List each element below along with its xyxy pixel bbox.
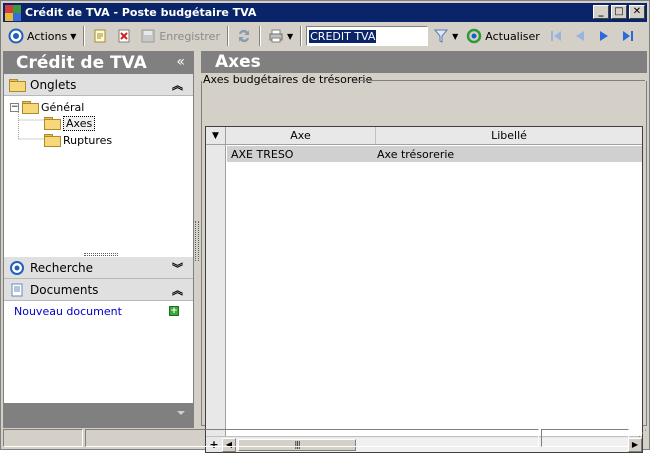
status-cell — [85, 429, 539, 447]
toolbar-separator — [226, 26, 229, 46]
chevron-up-icon[interactable]: ︽ — [172, 77, 183, 93]
save-icon — [141, 29, 155, 43]
toolbar-separator — [258, 26, 261, 46]
previous-record-button[interactable] — [569, 25, 591, 47]
print-button[interactable]: ▼ — [265, 25, 296, 47]
last-icon — [622, 31, 633, 41]
search-icon — [10, 260, 24, 275]
panel-footer — [4, 403, 193, 427]
status-bar: ⋰ — [3, 429, 647, 447]
grid-header: ▼ Axe Libellé — [206, 127, 642, 145]
app-icon — [5, 4, 21, 21]
filter-icon — [434, 29, 449, 43]
save-label: Enregistrer — [159, 29, 220, 43]
status-cell — [541, 429, 629, 447]
column-header-axe[interactable]: Axe — [226, 127, 376, 144]
save-button[interactable]: Enregistrer — [137, 25, 223, 47]
delete-icon — [118, 29, 130, 43]
previous-icon — [575, 31, 584, 41]
dropdown-arrow-icon: ▼ — [70, 31, 77, 41]
search-input[interactable]: CREDIT TVA — [306, 26, 429, 46]
new-button[interactable] — [89, 25, 111, 47]
section-recherche[interactable]: Recherche ︾ — [4, 257, 193, 279]
section-documents[interactable]: Documents ︽ — [4, 279, 193, 301]
folder-icon — [9, 78, 26, 92]
chevron-down-icon[interactable]: ︾ — [172, 260, 183, 276]
table-row[interactable]: AXE TRESO Axe trésorerie — [227, 146, 642, 162]
search-value: CREDIT TVA — [309, 29, 377, 43]
axes-grid: ▼ Axe Libellé AXE TRESO Axe trésorerie +… — [205, 126, 643, 453]
section-recherche-label: Recherche — [30, 260, 94, 275]
dropdown-arrow-icon[interactable]: ▼ — [287, 32, 293, 41]
new-document-link[interactable]: Nouveau document — [14, 305, 122, 318]
cell-axe: AXE TRESO — [231, 147, 294, 161]
window-title: Crédit de TVA - Poste budgétaire TVA — [25, 6, 257, 19]
delete-button[interactable] — [113, 25, 135, 47]
main-panel: Axes Axes budgétaires de trésorerie ▼ Ax… — [201, 51, 647, 453]
panel-header: Crédit de TVA « — [4, 52, 193, 74]
refresh-button[interactable]: Actualiser — [463, 25, 543, 47]
first-icon — [550, 31, 561, 41]
cell-libelle: Axe trésorerie — [377, 147, 455, 161]
tabs-tree: − Général Axes Ruptures — [4, 96, 193, 257]
section-onglets[interactable]: Onglets ︽ — [4, 74, 193, 96]
title-bar: Crédit de TVA - Poste budgétaire TVA _ □… — [3, 3, 647, 22]
resize-grip-icon[interactable]: ⋰ — [631, 429, 647, 447]
actions-label: Actions — [27, 29, 68, 43]
vertical-splitter[interactable] — [195, 221, 199, 261]
actions-icon — [8, 28, 24, 44]
next-icon — [599, 31, 608, 41]
sync-icon — [238, 29, 249, 43]
documents-area: Nouveau document + — [4, 301, 193, 394]
navigation-panel: Crédit de TVA « Onglets ︽ − Général Axes… — [3, 51, 194, 428]
tree-node-axes[interactable]: Axes — [44, 115, 96, 131]
sync-button[interactable] — [233, 25, 255, 47]
refresh-label: Actualiser — [485, 29, 540, 43]
refresh-icon — [467, 28, 482, 44]
add-document-icon[interactable]: + — [169, 306, 179, 316]
toolbar-separator — [300, 26, 303, 46]
filter-button[interactable]: ▼ — [430, 25, 461, 47]
actions-menu-button[interactable]: Actions ▼ — [5, 25, 79, 47]
close-button[interactable]: ✕ — [629, 5, 645, 19]
new-document-icon — [94, 29, 106, 43]
toolbar-separator — [83, 26, 86, 46]
section-onglets-label: Onglets — [30, 77, 77, 92]
dropdown-arrow-icon[interactable]: ▼ — [452, 32, 458, 41]
status-cell — [3, 429, 83, 447]
first-record-button[interactable] — [545, 25, 567, 47]
print-icon — [269, 29, 283, 43]
maximize-button[interactable]: □ — [611, 5, 627, 19]
section-documents-label: Documents — [30, 282, 99, 297]
row-selector-column — [206, 145, 226, 437]
panel-title: Crédit de TVA — [16, 53, 147, 73]
document-icon — [11, 283, 23, 296]
last-record-button[interactable] — [617, 25, 639, 47]
row-selector-header[interactable]: ▼ — [206, 127, 226, 144]
column-header-libelle[interactable]: Libellé — [376, 127, 642, 144]
tree-node-label: Axes — [63, 115, 96, 131]
application-window: Crédit de TVA - Poste budgétaire TVA _ □… — [0, 0, 650, 453]
minimize-button[interactable]: _ — [593, 5, 609, 19]
panel-options-arrow-icon[interactable] — [177, 411, 185, 415]
axes-groupbox: ▼ Axe Libellé AXE TRESO Axe trésorerie +… — [201, 81, 647, 453]
splitter-grip[interactable] — [84, 253, 118, 256]
chevron-up-icon[interactable]: ︽ — [172, 282, 183, 298]
tree-lines — [18, 110, 45, 140]
toolbar: Actions ▼ Enregistrer ▼ CREDIT TVA ▼ Act… — [3, 23, 647, 49]
tree-node-label: Ruptures — [63, 133, 113, 147]
tree-node-ruptures[interactable]: Ruptures — [44, 132, 112, 148]
main-title: Axes — [215, 52, 261, 72]
next-record-button[interactable] — [593, 25, 615, 47]
main-header: Axes — [201, 51, 647, 73]
collapse-panel-icon[interactable]: « — [176, 54, 185, 70]
